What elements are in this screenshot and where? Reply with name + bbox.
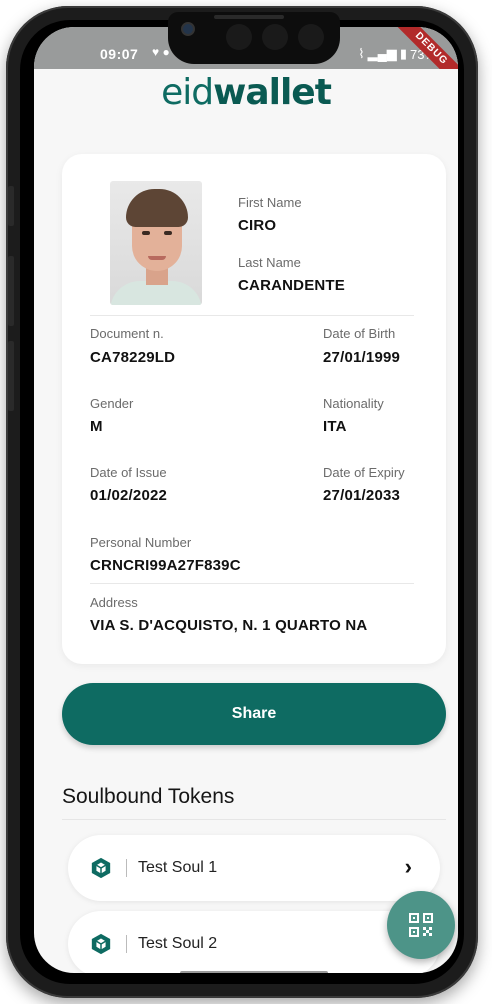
first-name-value: CIRO <box>238 217 277 234</box>
personal-number-value: CRNCRI99A27F839C <box>90 557 241 574</box>
status-time: 09:07 <box>100 46 139 62</box>
expiry-date-value: 27/01/2033 <box>323 487 401 504</box>
notification-icon: ♥ ● <box>152 45 170 59</box>
volume-button <box>8 186 14 226</box>
camera-lens <box>298 24 324 50</box>
expiry-date-label: Date of Expiry <box>323 465 405 480</box>
gender-value: M <box>90 418 103 435</box>
app-logo: eidwallet <box>34 72 458 113</box>
document-value: CA78229LD <box>90 349 176 366</box>
token-separator <box>126 859 127 877</box>
share-button[interactable]: Share <box>62 683 446 745</box>
logo-part1: eid <box>161 72 214 113</box>
card-divider <box>90 583 414 584</box>
address-value: VIA S. D'ACQUISTO, N. 1 QUARTO NA <box>90 617 368 634</box>
token-list-item[interactable]: Test Soul 1 › <box>68 835 440 901</box>
cube-icon <box>91 857 111 879</box>
address-label: Address <box>90 595 138 610</box>
camera-lens <box>262 24 288 50</box>
battery-icon: ▮ <box>399 46 407 61</box>
power-button <box>8 341 14 411</box>
gender-label: Gender <box>90 396 134 411</box>
tokens-section-title: Soulbound Tokens <box>62 785 235 808</box>
signal-icon: ▂▄▆ <box>367 46 397 61</box>
token-separator <box>126 935 127 953</box>
qr-scan-icon <box>409 913 433 937</box>
wifi-icon: ⌇ <box>358 46 365 61</box>
logo-part2: wallet <box>213 72 332 113</box>
token-list-item[interactable]: Test Soul 2 › <box>68 911 440 973</box>
home-indicator[interactable] <box>180 971 328 973</box>
camera-notch <box>168 12 340 64</box>
personal-number-label: Personal Number <box>90 535 192 550</box>
last-name-value: CARANDENTE <box>238 277 345 294</box>
dob-label: Date of Birth <box>323 326 396 341</box>
first-name-label: First Name <box>238 195 302 210</box>
issue-date-value: 01/02/2022 <box>90 487 168 504</box>
app-screen: 09:07 ♥ ● ⌇ ▂▄▆ ▮ 73% DEBUG eidwallet Fi… <box>34 27 458 973</box>
last-name-label: Last Name <box>238 255 301 270</box>
document-label: Document n. <box>90 326 164 341</box>
speaker-grille <box>214 15 284 19</box>
nationality-label: Nationality <box>323 396 384 411</box>
nationality-value: ITA <box>323 418 347 435</box>
qr-scan-button[interactable] <box>387 891 455 959</box>
camera-lens <box>226 24 252 50</box>
chevron-right-icon: › <box>404 854 412 879</box>
cube-icon <box>91 933 111 955</box>
token-label: Test Soul 1 <box>138 859 218 876</box>
volume-button <box>8 256 14 326</box>
dob-value: 27/01/1999 <box>323 349 401 366</box>
token-label: Test Soul 2 <box>138 935 218 952</box>
issue-date-label: Date of Issue <box>90 465 167 480</box>
card-divider <box>90 315 414 316</box>
front-camera <box>181 22 195 36</box>
identity-card: First Name CIRO Last Name CARANDENTE Doc… <box>62 154 446 664</box>
id-photo <box>110 181 202 305</box>
section-divider <box>62 819 446 820</box>
